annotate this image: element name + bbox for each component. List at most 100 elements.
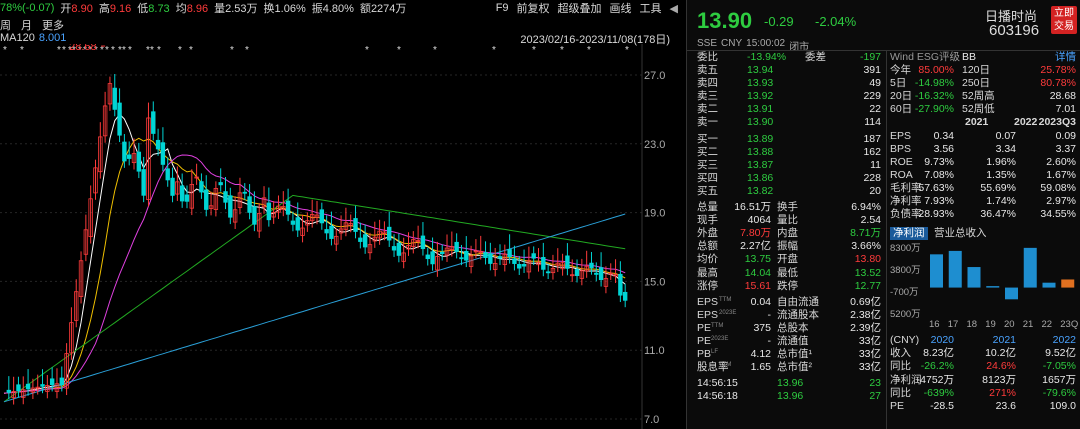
event-star-icon[interactable]: *: [100, 45, 104, 56]
candle-body: [574, 269, 580, 276]
amt-value: 2274万: [370, 3, 407, 15]
candle-body: [155, 139, 161, 150]
event-star-icon[interactable]: *: [3, 45, 7, 56]
event-star-icon[interactable]: *: [245, 45, 249, 56]
event-star-icon[interactable]: *: [157, 45, 161, 56]
open-value: 8.90: [71, 3, 93, 15]
fin-label2: 总市值¹: [777, 348, 812, 361]
perf-label: 52周低: [962, 103, 995, 116]
tool-overlay[interactable]: 超级叠加: [558, 0, 602, 16]
weibi-row: 委比 -13.94% 委差 -197: [697, 51, 883, 64]
fund-label: ROA: [890, 168, 913, 181]
event-star-icon[interactable]: *: [532, 45, 536, 56]
event-star-icon[interactable]: *: [397, 45, 401, 56]
annual-label: 同比: [890, 360, 911, 373]
event-star-icon[interactable]: *: [230, 45, 234, 56]
profit-x-label: 19: [985, 319, 996, 330]
bid-price: 13.82: [747, 184, 774, 197]
tool-adjust[interactable]: 前复权: [517, 0, 550, 16]
event-star-icon[interactable]: *: [178, 45, 182, 56]
event-star-icon[interactable]: *: [625, 45, 629, 56]
candle-body: [324, 229, 329, 234]
kline-canvas[interactable]: * * * * * * * * * * * * * * * * * * * * * * * * * * * * * * * 27.023.0…: [0, 44, 686, 429]
fund-value: 57.63%: [918, 181, 954, 194]
trade-button[interactable]: 立即 交易: [1051, 6, 1077, 34]
stat-row: 总量 16.51万 换手 6.94%: [697, 201, 883, 214]
event-star-icon[interactable]: *: [560, 45, 564, 56]
tool-tools[interactable]: 工具: [640, 0, 662, 16]
perf-label: 5日: [890, 77, 907, 90]
tick-row: 14:56:18 13.96 27: [697, 390, 883, 403]
profit-bar: [1005, 287, 1018, 300]
event-star-icon[interactable]: *: [62, 45, 66, 56]
event-star-icon[interactable]: *: [189, 45, 193, 56]
profit-y-label: -700万: [890, 287, 919, 298]
fin-suffix: TTM: [719, 296, 732, 303]
fund-value: 7.08%: [924, 168, 954, 181]
candle-body: [25, 383, 31, 390]
ask-vol: 229: [863, 90, 881, 103]
event-star-icon[interactable]: *: [150, 45, 154, 56]
candle-body: [521, 264, 527, 267]
event-star-icon[interactable]: *: [128, 45, 132, 56]
stat-label: 量比: [777, 214, 798, 227]
bids: 买一 13.89 187 买二 13.88 162 买三 13.87 11 买四 13.86 228 买…: [697, 133, 883, 198]
last-price: 13.90: [697, 8, 753, 33]
tab-net-profit[interactable]: 净利润: [890, 227, 928, 241]
tick-vol: 27: [869, 390, 881, 403]
event-star-icon[interactable]: *: [365, 45, 369, 56]
fund-value: 34.55%: [1040, 208, 1076, 221]
fin-value2: 33亿: [858, 348, 881, 361]
candle-body: [184, 194, 190, 202]
perf-value: 80.78%: [1040, 77, 1076, 90]
event-star-icon[interactable]: *: [57, 45, 61, 56]
ask-label: 卖二: [697, 103, 718, 116]
ask-row: 卖五 13.94 391: [697, 64, 883, 77]
perf-label: 今年: [890, 64, 911, 77]
candle-body: [247, 196, 252, 213]
chart-tools: F9 前复权 超级叠加 画线 工具 ◀: [496, 0, 678, 16]
profit-y-label: 8300万: [890, 243, 921, 254]
fund-value: 1.67%: [1046, 168, 1076, 181]
profit-x-label: 18: [967, 319, 978, 330]
fin-value: -: [767, 308, 772, 321]
fundamentals: Wind ESG评级 BB 详情 今年 85.00% 120日 25.78% 5日 -14…: [890, 51, 1080, 413]
fund-row: 毛利率 57.63% 55.69% 59.08%: [890, 182, 1078, 195]
annual-value: 271%: [989, 386, 1016, 399]
annual-label: 同比: [890, 386, 911, 399]
tab-revenue[interactable]: 营业总收入: [934, 227, 987, 240]
esg-detail-link[interactable]: 详情: [1055, 51, 1076, 64]
tool-f9[interactable]: F9: [496, 2, 509, 14]
tick-price: 13.96: [777, 390, 804, 403]
candle-body: [136, 151, 142, 172]
candle-body: [622, 291, 628, 301]
tool-draw[interactable]: 画线: [610, 0, 632, 16]
event-star-icon[interactable]: *: [587, 45, 591, 56]
fin-value2: 33亿: [858, 334, 881, 347]
event-star-icon[interactable]: *: [105, 45, 109, 56]
tab-week[interactable]: 周: [0, 17, 11, 32]
bid-vol: 187: [863, 132, 881, 145]
event-star-icon[interactable]: *: [20, 45, 24, 56]
annual-row: 收入 8.23亿 10.2亿 9.52亿: [890, 347, 1078, 360]
ask-label: 卖四: [697, 77, 718, 90]
candle-body: [362, 234, 368, 248]
chevron-left-icon[interactable]: ◀: [670, 2, 678, 15]
kline-panel[interactable]: 78%(-0.07) 开8.90 高9.16 低8.73 均8.96 量2.53…: [0, 0, 686, 429]
event-star-icon[interactable]: *: [111, 45, 115, 56]
year-head: 2021 2022 2023Q3: [890, 116, 1078, 129]
profit-tabs: 净利润 营业总收入: [890, 227, 1078, 241]
event-star-icon[interactable]: *: [492, 45, 496, 56]
tab-month[interactable]: 月: [21, 17, 32, 32]
profit-y-label: 5200万: [890, 309, 921, 320]
tick-price: 13.96: [777, 377, 804, 390]
bid-vol: 162: [863, 145, 881, 158]
stat-value: 12.77: [854, 279, 881, 292]
high-value: 9.16: [109, 3, 132, 15]
event-star-icon[interactable]: *: [433, 45, 437, 56]
candle-body: [151, 111, 156, 134]
annual-value: -26.2%: [920, 360, 954, 373]
annual-value: -4752万: [916, 373, 954, 386]
event-star-icon[interactable]: *: [122, 45, 126, 56]
tab-more[interactable]: 更多: [42, 17, 64, 32]
